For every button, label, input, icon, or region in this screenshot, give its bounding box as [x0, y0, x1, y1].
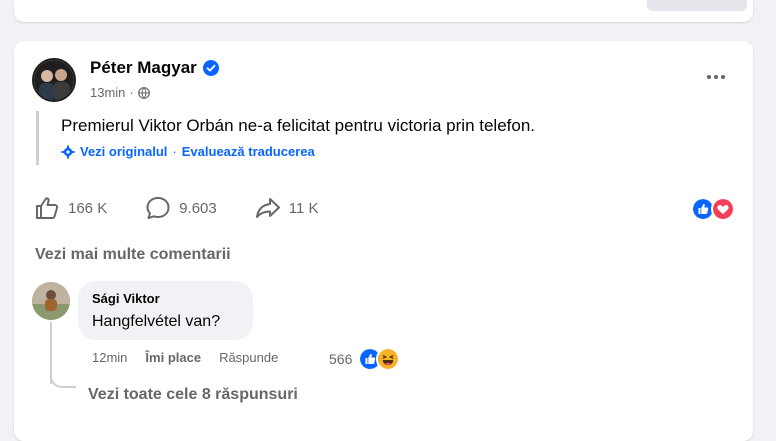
see-original-link[interactable]: Vezi originalul [80, 144, 167, 159]
comment-reactions-summary[interactable] [358, 347, 402, 371]
commenter-avatar[interactable] [32, 282, 70, 320]
previous-post-card [14, 0, 753, 22]
view-all-replies-link[interactable]: Vezi toate cele 8 răspunsuri [88, 386, 298, 404]
like-count: 166 K [68, 199, 108, 217]
comment-button[interactable]: 9.603 [145, 196, 217, 220]
gear-icon[interactable] [61, 145, 75, 159]
rate-translation-link[interactable]: Evaluează traducerea [182, 144, 315, 159]
author-name-text[interactable]: Péter Magyar [90, 58, 197, 78]
post-timestamp[interactable]: 13min [90, 85, 125, 100]
comment-meta: 12min Îmi place Răspunde [92, 350, 296, 365]
share-button[interactable]: 11 K [255, 196, 319, 220]
more-dot-icon [721, 75, 725, 79]
meta-separator: · [129, 85, 134, 100]
reply-thread-curve [50, 368, 76, 388]
previous-post-action-button[interactable] [647, 0, 747, 11]
comment-reaction-count[interactable]: 566 [329, 351, 352, 367]
comment-text: Hangfelvétel van? [92, 313, 221, 330]
author-avatar[interactable] [32, 58, 76, 102]
thumbs-up-icon [36, 197, 59, 219]
author-name[interactable]: Péter Magyar [90, 58, 219, 78]
haha-reaction-icon [376, 347, 400, 371]
comment-like-button[interactable]: Îmi place [145, 350, 201, 365]
share-count: 11 K [288, 199, 319, 217]
more-dot-icon [714, 75, 718, 79]
post-actions: 166 K 9.603 11 K [34, 196, 357, 220]
share-arrow-icon [255, 198, 280, 218]
more-options-button[interactable] [704, 67, 728, 87]
comment-count: 9.603 [179, 199, 217, 217]
post-text: Premierul Viktor Orbán ne-a felicitat pe… [61, 116, 536, 135]
commenter-name[interactable]: Sági Viktor [92, 291, 160, 306]
post-meta: 13min · [90, 85, 150, 100]
verified-badge-icon [202, 60, 219, 76]
comment-reply-button[interactable]: Răspunde [219, 350, 278, 365]
post-reactions-summary[interactable] [691, 197, 737, 221]
globe-icon [137, 86, 150, 99]
translation-separator: · [172, 144, 177, 159]
comment-timestamp[interactable]: 12min [92, 350, 127, 365]
comment-bubble-icon [146, 197, 170, 219]
more-comments-link[interactable]: Vezi mai multe comentarii [35, 246, 231, 264]
more-dot-icon [707, 75, 711, 79]
comment-bubble: Sági Viktor Hangfelvétel van? [78, 281, 253, 340]
translation-quote-bar [36, 111, 39, 165]
post-card: Péter Magyar 13min · Premierul Viktor Or… [14, 41, 753, 441]
like-button[interactable]: 166 K [34, 196, 107, 220]
love-reaction-icon [711, 197, 735, 221]
translation-row: Vezi originalul · Evaluează traducerea [61, 144, 315, 159]
